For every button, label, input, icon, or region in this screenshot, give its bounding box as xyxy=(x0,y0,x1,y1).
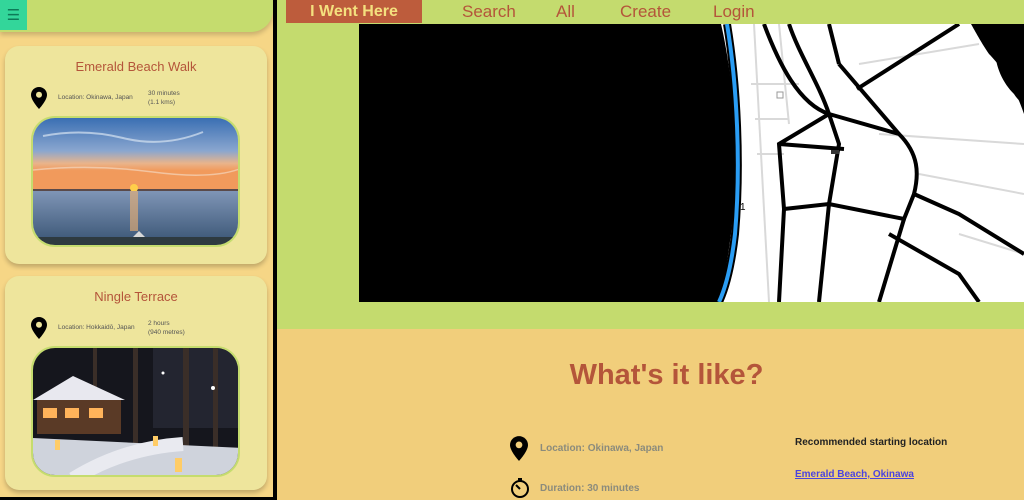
nav-link-all[interactable]: All xyxy=(556,1,575,22)
recommended-start-link[interactable]: Emerald Beach, Okinawa xyxy=(795,469,914,480)
location-pin-icon xyxy=(31,317,47,339)
location-pin-icon xyxy=(510,436,528,461)
card-duration-time: 30 minutes xyxy=(148,90,180,97)
menu-button[interactable]: ☰ xyxy=(0,0,27,30)
card-title: Emerald Beach Walk xyxy=(75,59,197,74)
pane-divider xyxy=(273,0,277,500)
location-pin-icon xyxy=(31,87,47,109)
top-navbar: I Went Here Search All Create Login xyxy=(277,0,1024,24)
card-duration: 30 minutes (1.1 kms) xyxy=(148,89,180,107)
walk-card-ningle-terrace[interactable]: Ningle Terrace Location: Hokkaidō, Japan… xyxy=(5,276,267,490)
walk-card-emerald-beach[interactable]: Emerald Beach Walk Location: Okinawa, Ja… xyxy=(5,46,267,264)
sidebar: ☰ Emerald Beach Walk Location: Okinawa, … xyxy=(0,0,273,497)
card-location: Location: Hokkaidō, Japan xyxy=(58,324,135,331)
card-duration-distance: (940 metres) xyxy=(148,329,185,336)
recommended-start-label: Recommended starting location xyxy=(795,437,948,448)
card-location: Location: Okinawa, Japan xyxy=(58,94,133,101)
card-duration: 2 hours (940 metres) xyxy=(148,319,185,337)
road-number-label: 1 xyxy=(740,202,746,213)
main-content: I Went Here Search All Create Login 1 Wh… xyxy=(277,0,1024,500)
card-photo-snowy-cabins xyxy=(31,346,240,477)
walk-details: What's it like? Location: Okinawa, Japan… xyxy=(277,329,1024,500)
card-photo-sunset xyxy=(31,116,240,247)
stopwatch-icon xyxy=(511,478,529,498)
nav-link-login[interactable]: Login xyxy=(713,1,755,22)
route-map[interactable]: 1 xyxy=(359,24,1024,302)
card-duration-distance: (1.1 kms) xyxy=(148,99,176,106)
card-duration-time: 2 hours xyxy=(148,320,170,327)
brand-logo-button[interactable]: I Went Here xyxy=(286,0,422,23)
walk-duration: Duration: 30 minutes xyxy=(540,483,640,494)
hamburger-icon: ☰ xyxy=(6,6,21,24)
nav-link-search[interactable]: Search xyxy=(462,1,516,22)
section-heading: What's it like? xyxy=(569,359,764,391)
walk-location: Location: Okinawa, Japan xyxy=(540,443,664,454)
sidebar-header: ☰ xyxy=(0,0,273,32)
card-title: Ningle Terrace xyxy=(94,289,178,304)
nav-link-create[interactable]: Create xyxy=(620,1,671,22)
